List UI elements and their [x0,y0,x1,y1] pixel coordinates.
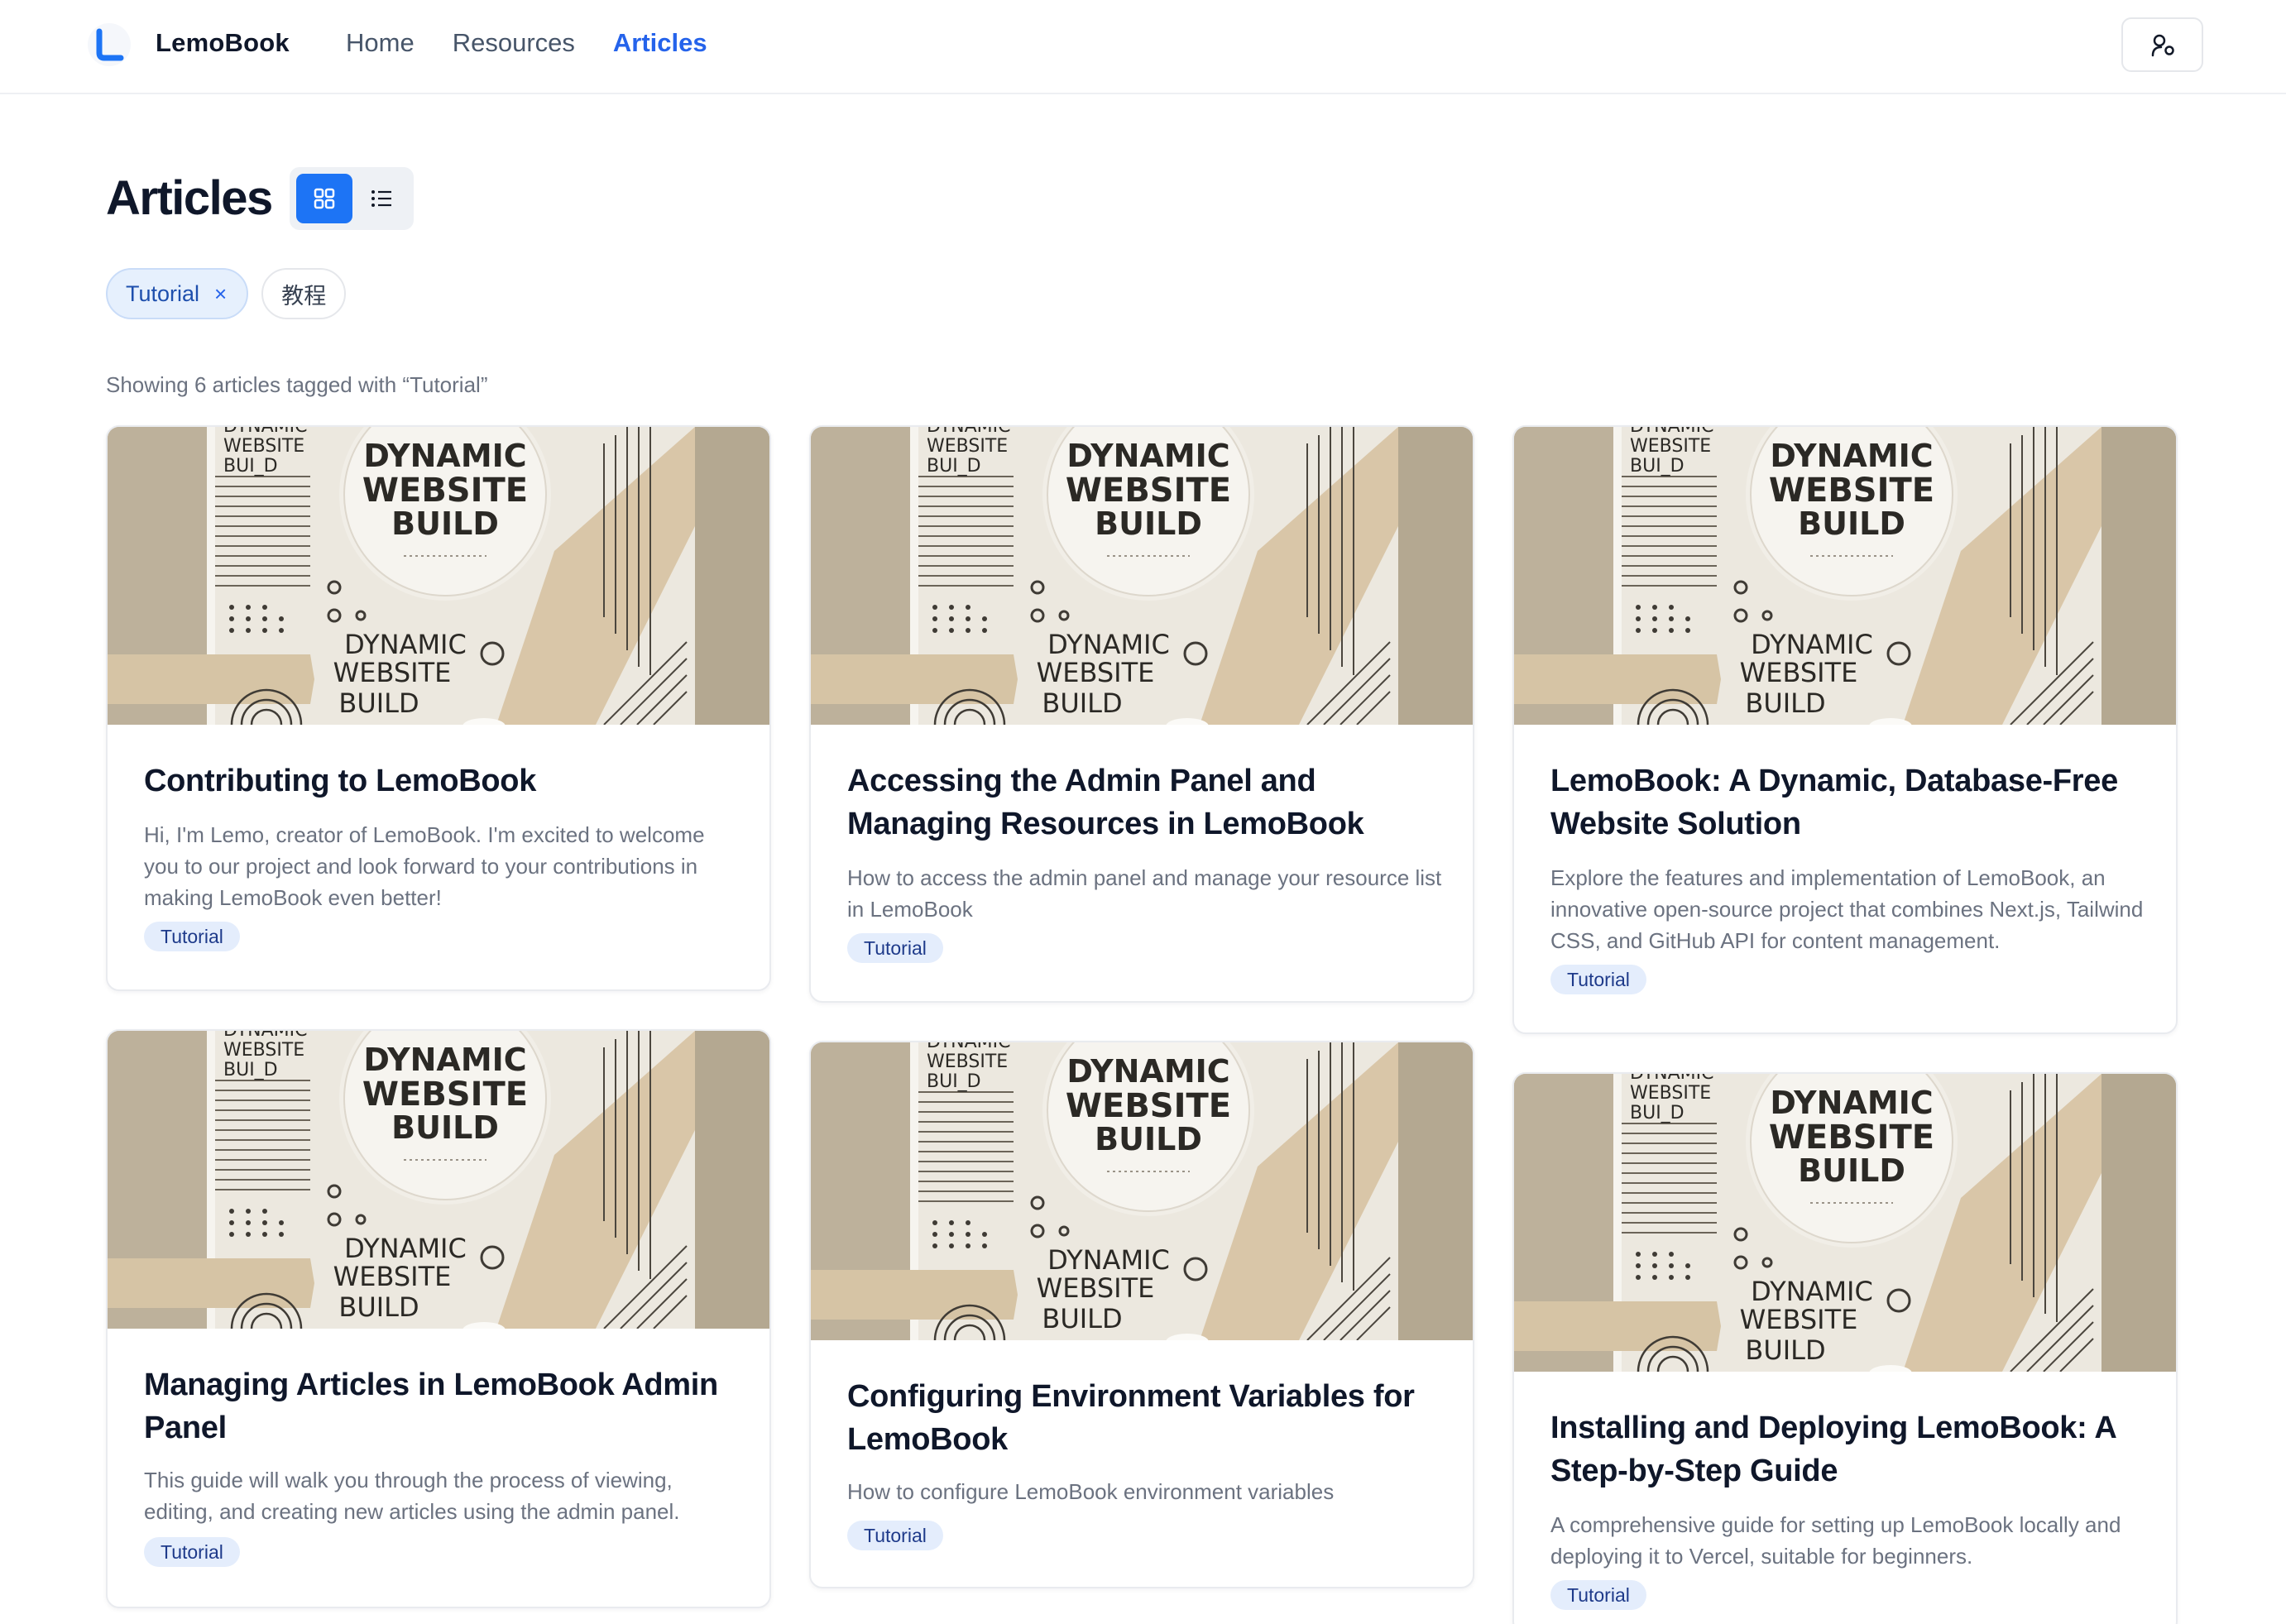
close-icon[interactable]: × [214,281,227,307]
article-title[interactable]: LemoBook: A Dynamic, Database-Free Websi… [1550,759,2146,846]
article-excerpt: How to access the admin panel and manage… [847,865,1442,922]
article-excerpt: This guide will walk you through the pro… [144,1468,680,1524]
tag-badge[interactable]: Tutorial [847,1521,943,1550]
nav-articles[interactable]: Articles [613,28,707,58]
tag-badge[interactable]: Tutorial [144,922,240,951]
article-excerpt: Hi, I'm Lemo, creator of LemoBook. I'm e… [144,822,705,910]
article-title[interactable]: Installing and Deploying LemoBook: A Ste… [1550,1406,2146,1492]
grid-icon [314,188,335,209]
article-cover-image [811,427,1473,725]
article-excerpt: Explore the features and implementation … [1550,865,2144,953]
tag-chip-tutorial[interactable]: Tutorial × [106,268,249,319]
article-card[interactable]: Managing Articles in LemoBook Admin Pane… [106,1029,771,1608]
user-settings-icon [2151,34,2174,57]
article-card[interactable]: Configuring Environment Variables for Le… [809,1041,1474,1588]
results-summary: Showing 6 articles tagged with “Tutorial… [106,372,488,397]
nav-resources[interactable]: Resources [453,28,575,58]
article-card[interactable]: Accessing the Admin Panel and Managing R… [809,425,1474,1003]
tag-badge[interactable]: Tutorial [1550,965,1646,994]
article-cover-image [108,1031,769,1329]
article-cover-image [1514,1074,2176,1372]
nav-home[interactable]: Home [346,28,415,58]
article-title[interactable]: Accessing the Admin Panel and Managing R… [847,759,1443,846]
grid-view-button[interactable] [296,174,352,223]
tag-chip-label: Tutorial [126,280,200,306]
article-title[interactable]: Managing Articles in LemoBook Admin Pane… [144,1363,740,1449]
main-nav: Home Resources Articles [346,28,707,58]
tag-filter-row: Tutorial × 教程 [106,268,347,319]
list-view-button[interactable] [356,174,407,223]
view-toggle [290,167,414,230]
tag-chip-jiaocheng[interactable]: 教程 [261,268,347,319]
logo-icon[interactable] [88,23,131,66]
article-title[interactable]: Contributing to LemoBook [144,759,740,802]
page-title: Articles [106,171,273,225]
article-card[interactable]: Contributing to LemoBook Hi, I'm Lemo, c… [106,425,771,991]
brand-name[interactable]: LemoBook [156,28,290,58]
top-navbar: LemoBook Home Resources Articles [0,0,2286,94]
article-excerpt: A comprehensive guide for setting up Lem… [1550,1512,2121,1569]
tag-badge[interactable]: Tutorial [144,1537,240,1567]
article-excerpt: How to configure LemoBook environment va… [847,1479,1335,1504]
user-button[interactable] [2121,17,2203,72]
article-cover-image [811,1042,1473,1340]
tag-badge[interactable]: Tutorial [847,933,943,963]
list-icon [371,190,391,207]
article-title[interactable]: Configuring Environment Variables for Le… [847,1375,1443,1461]
article-card[interactable]: Installing and Deploying LemoBook: A Ste… [1512,1072,2178,1624]
article-cover-image [1514,427,2176,725]
article-cover-image [108,427,769,725]
tag-badge[interactable]: Tutorial [1550,1580,1646,1610]
article-card[interactable]: LemoBook: A Dynamic, Database-Free Websi… [1512,425,2178,1034]
